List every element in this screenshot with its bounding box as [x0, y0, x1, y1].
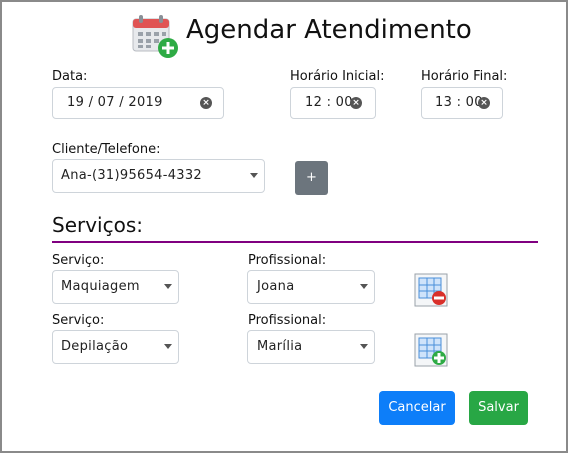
service-value: Depilação	[61, 339, 129, 354]
service-value: Maquiagem	[61, 279, 140, 294]
chevron-down-icon	[250, 173, 258, 178]
client-selected-value: Ana-(31)95654-4332	[61, 168, 203, 183]
client-label: Cliente/Telefone:	[52, 142, 161, 157]
chevron-down-icon	[360, 284, 368, 289]
dialog-title: Agendar Atendimento	[186, 15, 472, 45]
service-select[interactable]: Depilação	[52, 330, 179, 364]
start-time-label: Horário Inicial:	[290, 69, 385, 84]
chevron-down-icon	[360, 344, 368, 349]
chevron-down-icon	[164, 284, 172, 289]
professional-label: Profissional:	[248, 253, 327, 268]
professional-label: Profissional:	[248, 313, 327, 328]
service-select[interactable]: Maquiagem	[52, 270, 179, 304]
service-label: Serviço:	[52, 253, 105, 268]
professional-value: Marília	[257, 339, 303, 354]
start-time-input[interactable]: 12 : 00 ×	[290, 87, 376, 119]
save-button[interactable]: Salvar	[469, 391, 528, 425]
end-time-input[interactable]: 13 : 00 ×	[421, 87, 503, 119]
date-label: Data:	[52, 69, 88, 84]
add-row-icon[interactable]	[414, 333, 448, 367]
add-client-button[interactable]: +	[295, 161, 328, 195]
chevron-down-icon	[164, 344, 172, 349]
service-label: Serviço:	[52, 313, 105, 328]
clear-start-time-icon[interactable]: ×	[350, 97, 362, 109]
professional-select[interactable]: Marília	[247, 330, 375, 364]
professional-value: Joana	[257, 279, 295, 294]
date-input[interactable]: 19 / 07 / 2019 ×	[52, 87, 224, 119]
calendar-add-icon	[132, 15, 178, 58]
cancel-button[interactable]: Cancelar	[379, 391, 455, 425]
clear-date-icon[interactable]: ×	[200, 97, 212, 109]
end-time-value: 13 : 00	[435, 95, 483, 110]
start-time-value: 12 : 00	[305, 95, 353, 110]
services-section-title: Serviços:	[52, 213, 144, 237]
clear-end-time-icon[interactable]: ×	[478, 97, 490, 109]
remove-row-icon[interactable]	[414, 273, 448, 307]
end-time-label: Horário Final:	[421, 69, 508, 84]
section-divider	[52, 241, 538, 243]
date-value: 19 / 07 / 2019	[67, 95, 163, 110]
professional-select[interactable]: Joana	[247, 270, 375, 304]
client-select[interactable]: Ana-(31)95654-4332	[52, 159, 265, 193]
